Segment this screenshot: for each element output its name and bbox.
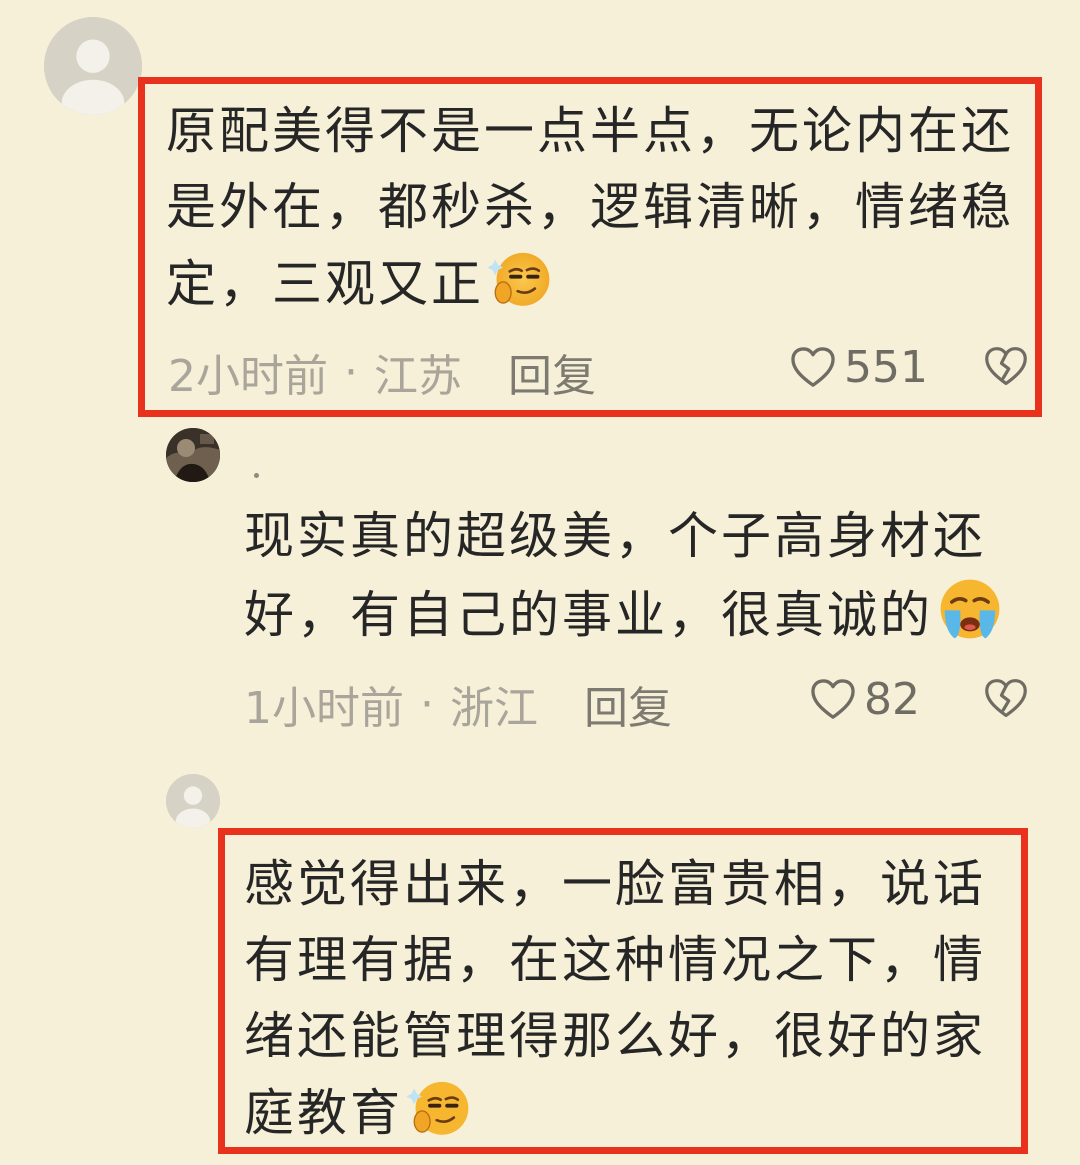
heart-icon xyxy=(811,678,855,719)
comment-line: 定，三观又正 xyxy=(166,245,1014,322)
like-count: 551 xyxy=(844,342,928,393)
user-photo-icon xyxy=(166,428,220,482)
avatar[interactable] xyxy=(166,428,220,482)
avatar[interactable] xyxy=(44,17,142,115)
reply-button[interactable]: 回复 xyxy=(584,672,672,736)
comment-line: 原配美得不是一点半点，无论内在还 xyxy=(166,102,1014,160)
comment-line: 有理有据，在这种情况之下，情 xyxy=(244,931,986,989)
reply-button[interactable]: 回复 xyxy=(508,340,596,404)
smirk-face-emoji-icon xyxy=(486,245,552,311)
smirk-face-emoji-icon xyxy=(405,1074,471,1140)
meta-separator: · xyxy=(420,678,434,730)
comment-time: 2小时前 xyxy=(168,351,328,402)
comment-line: 庭教育 xyxy=(244,1074,986,1151)
like-button[interactable]: 82 xyxy=(810,674,920,725)
comment-meta: 2小时前 · 江苏 回复 xyxy=(168,340,596,404)
comment-line: 绪还能管理得那么好，很好的家 xyxy=(244,1007,986,1065)
comment-text: 现实真的超级美，个子高身材还 好，有自己的事业，很真诚的 xyxy=(244,498,1005,653)
dislike-button[interactable] xyxy=(984,346,1028,388)
like-count: 82 xyxy=(864,674,920,725)
nickname xyxy=(254,473,259,478)
default-user-icon xyxy=(44,17,142,115)
comment-text: 原配美得不是一点半点，无论内在还 是外在，都秒杀，逻辑清晰，情绪稳 定，三观又正 xyxy=(166,93,1014,322)
broken-heart-icon xyxy=(985,347,1027,386)
comment-time: 1小时前 xyxy=(244,683,404,734)
comment-meta: 1小时前 · 浙江 回复 xyxy=(244,672,672,736)
comment-location: 江苏 xyxy=(374,351,462,402)
comment-location: 浙江 xyxy=(450,683,538,734)
comment-line: 现实真的超级美，个子高身材还 xyxy=(244,507,986,565)
crying-face-emoji-icon xyxy=(935,574,1005,644)
broken-heart-icon xyxy=(985,679,1027,718)
avatar[interactable] xyxy=(166,774,220,828)
comment-text: 感觉得出来，一脸富贵相，说话 有理有据，在这种情况之下，情 绪还能管理得那么好，… xyxy=(244,846,986,1151)
like-button[interactable]: 551 xyxy=(790,342,928,393)
heart-icon xyxy=(791,346,835,387)
default-user-icon xyxy=(166,774,220,828)
comment-line: 感觉得出来，一脸富贵相，说话 xyxy=(244,855,986,913)
meta-separator: · xyxy=(344,346,358,398)
comment-line: 是外在，都秒杀，逻辑清晰，情绪稳 xyxy=(166,178,1014,236)
dislike-button[interactable] xyxy=(984,678,1028,720)
comment-line: 好，有自己的事业，很真诚的 xyxy=(244,574,1005,653)
